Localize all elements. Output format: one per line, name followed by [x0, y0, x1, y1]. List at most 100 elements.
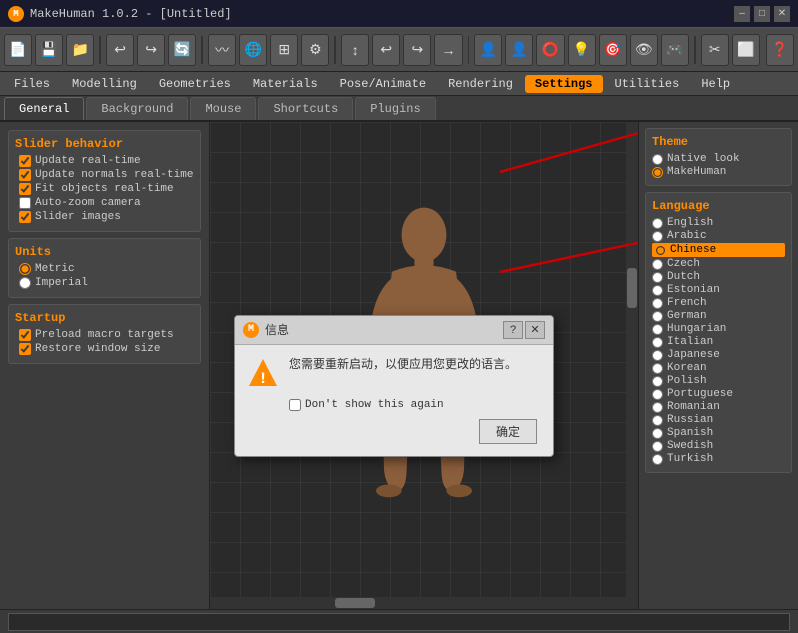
menu-bar: Files Modelling Geometries Materials Pos…: [0, 72, 798, 96]
radio-turkish[interactable]: Turkish: [652, 453, 785, 465]
tab-plugins[interactable]: Plugins: [355, 97, 435, 120]
radio-german[interactable]: German: [652, 310, 785, 322]
dialog-ok-button[interactable]: 确定: [479, 419, 537, 444]
radio-chinese[interactable]: Chinese: [652, 243, 785, 257]
toolbar-separator-3: [334, 36, 336, 64]
tab-shortcuts[interactable]: Shortcuts: [258, 97, 353, 120]
radio-hungarian[interactable]: Hungarian: [652, 323, 785, 335]
radio-dutch[interactable]: Dutch: [652, 271, 785, 283]
dialog-question-button[interactable]: ?: [503, 321, 523, 339]
dont-show-checkbox[interactable]: [289, 399, 301, 411]
checkbox-preload-macro[interactable]: Preload macro targets: [15, 329, 194, 341]
tool-undo[interactable]: ↩: [106, 34, 134, 66]
maximize-button[interactable]: □: [754, 6, 770, 22]
tool-eye[interactable]: 👁: [630, 34, 658, 66]
tab-background[interactable]: Background: [86, 97, 188, 120]
tool-arrows[interactable]: ↕: [341, 34, 369, 66]
dialog-buttons: 确定: [247, 419, 541, 444]
theme-title: Theme: [652, 135, 785, 149]
scroll-thumb-vertical[interactable]: [627, 268, 637, 308]
checkbox-restore-window[interactable]: Restore window size: [15, 343, 194, 355]
tool-globe[interactable]: 🌐: [239, 34, 267, 66]
tool-human1[interactable]: 👤: [474, 34, 502, 66]
window-controls: – □ ✕: [734, 6, 790, 22]
tab-mouse[interactable]: Mouse: [190, 97, 256, 120]
dialog-body: ! 您需要重新启动，以便应用您更改的语言。 Don't show this ag…: [235, 345, 553, 456]
radio-czech[interactable]: Czech: [652, 258, 785, 270]
radio-russian[interactable]: Russian: [652, 414, 785, 426]
tool-square[interactable]: ⬜: [732, 34, 760, 66]
dialog-message: 您需要重新启动，以便应用您更改的语言。: [289, 357, 517, 374]
radio-arabic[interactable]: Arabic: [652, 230, 785, 242]
radio-imperial[interactable]: Imperial: [15, 277, 194, 289]
checkbox-update-realtime[interactable]: Update real-time: [15, 155, 194, 167]
theme-section: Theme Native look MakeHuman: [645, 128, 792, 186]
tool-help[interactable]: ❓: [766, 34, 794, 66]
radio-polish[interactable]: Polish: [652, 375, 785, 387]
tool-grid[interactable]: ⊞: [270, 34, 298, 66]
viewport-scrollbar-vertical[interactable]: [626, 122, 638, 609]
radio-estonian[interactable]: Estonian: [652, 284, 785, 296]
tab-general[interactable]: General: [4, 97, 84, 120]
tool-circle[interactable]: ⭕: [536, 34, 564, 66]
radio-makehuman-theme[interactable]: MakeHuman: [652, 166, 785, 178]
tab-bar: General Background Mouse Shortcuts Plugi…: [0, 96, 798, 122]
tool-undo2[interactable]: ↩: [372, 34, 400, 66]
menu-rendering[interactable]: Rendering: [438, 75, 523, 93]
dialog-checkbox-row: Don't show this again: [247, 399, 541, 411]
tool-refresh[interactable]: 🔄: [168, 34, 196, 66]
radio-italian[interactable]: Italian: [652, 336, 785, 348]
checkbox-slider-images[interactable]: Slider images: [15, 211, 194, 223]
dialog-title-text: 信息: [265, 321, 289, 338]
tool-gamepad[interactable]: 🎮: [661, 34, 689, 66]
viewport-scrollbar-horizontal[interactable]: [210, 597, 626, 609]
slider-behavior-title: Slider behavior: [15, 137, 194, 151]
menu-files[interactable]: Files: [4, 75, 60, 93]
title-bar: M MakeHuman 1.0.2 - [Untitled] – □ ✕: [0, 0, 798, 28]
tool-human2[interactable]: 👤: [505, 34, 533, 66]
tool-light[interactable]: 💡: [568, 34, 596, 66]
dont-show-label: Don't show this again: [305, 399, 444, 411]
menu-utilities[interactable]: Utilities: [605, 75, 690, 93]
checkbox-update-normals[interactable]: Update normals real-time: [15, 169, 194, 181]
svg-text:!: !: [258, 370, 268, 388]
menu-settings[interactable]: Settings: [525, 75, 603, 93]
bottom-input[interactable]: [8, 613, 790, 631]
menu-help[interactable]: Help: [691, 75, 740, 93]
units-section: Units Metric Imperial: [8, 238, 201, 298]
menu-pose-animate[interactable]: Pose/Animate: [330, 75, 436, 93]
scroll-thumb-horizontal[interactable]: [335, 598, 375, 608]
menu-geometries[interactable]: Geometries: [149, 75, 241, 93]
tool-redo2[interactable]: ↪: [403, 34, 431, 66]
radio-portuguese[interactable]: Portuguese: [652, 388, 785, 400]
tool-wave[interactable]: 〰: [208, 34, 236, 66]
radio-metric[interactable]: Metric: [15, 263, 194, 275]
radio-japanese[interactable]: Japanese: [652, 349, 785, 361]
close-button[interactable]: ✕: [774, 6, 790, 22]
radio-french[interactable]: French: [652, 297, 785, 309]
radio-korean[interactable]: Korean: [652, 362, 785, 374]
radio-native-look[interactable]: Native look: [652, 153, 785, 165]
menu-modelling[interactable]: Modelling: [62, 75, 147, 93]
menu-materials[interactable]: Materials: [243, 75, 328, 93]
tool-arrow[interactable]: →: [434, 34, 462, 66]
tool-save[interactable]: 💾: [35, 34, 63, 66]
viewport: M 信息 ? ✕ !: [210, 122, 638, 609]
minimize-button[interactable]: –: [734, 6, 750, 22]
radio-swedish[interactable]: Swedish: [652, 440, 785, 452]
radio-english[interactable]: English: [652, 217, 785, 229]
language-section: Language English Arabic Chinese Czech Du…: [645, 192, 792, 473]
checkbox-autozoom[interactable]: Auto-zoom camera: [15, 197, 194, 209]
radio-spanish[interactable]: Spanish: [652, 427, 785, 439]
tool-settings-tb[interactable]: ⚙: [301, 34, 329, 66]
dialog-close-button[interactable]: ✕: [525, 321, 545, 339]
dialog-controls: ? ✕: [503, 321, 545, 339]
tool-cut[interactable]: ✂: [701, 34, 729, 66]
checkbox-fit-objects[interactable]: Fit objects real-time: [15, 183, 194, 195]
tool-new[interactable]: 📄: [4, 34, 32, 66]
radio-romanian[interactable]: Romanian: [652, 401, 785, 413]
left-panel: Slider behavior Update real-time Update …: [0, 122, 210, 609]
tool-open[interactable]: 📁: [66, 34, 94, 66]
tool-target[interactable]: 🎯: [599, 34, 627, 66]
tool-redo[interactable]: ↪: [137, 34, 165, 66]
